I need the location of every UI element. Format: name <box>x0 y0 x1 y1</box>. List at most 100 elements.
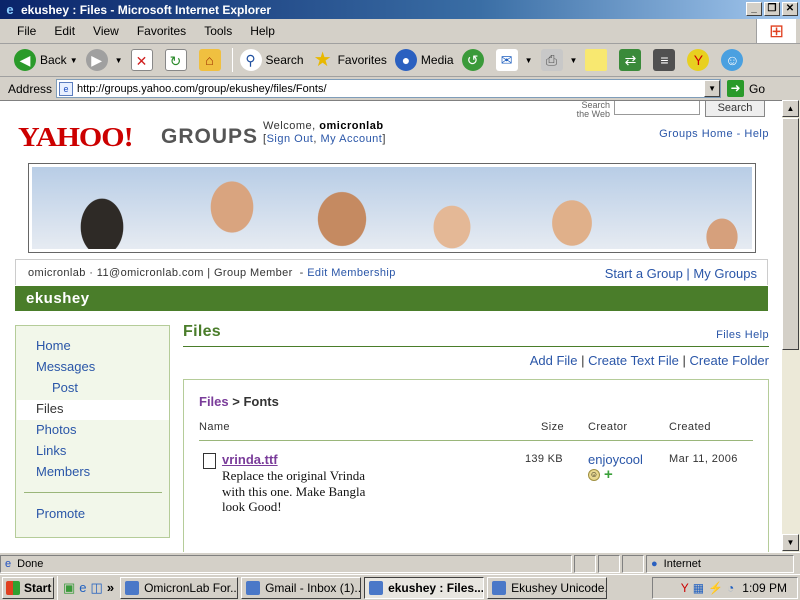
menu-edit[interactable]: Edit <box>45 24 84 38</box>
quick-launch-icon[interactable]: ▣ <box>63 580 75 596</box>
page-icon: e <box>59 81 74 96</box>
file-actions: Add File | Create Text File | Create Fol… <box>529 353 769 368</box>
forward-button[interactable]: ▶ ▼ <box>82 46 127 74</box>
tools-icon: ≡ <box>653 49 676 71</box>
history-icon: ↺ <box>461 49 484 71</box>
home-button[interactable]: ⌂ <box>195 46 229 74</box>
volume-tray-icon[interactable]: ◔ <box>727 581 734 595</box>
address-dropdown-icon[interactable]: ▼ <box>704 80 721 97</box>
file-size: 139 KB <box>525 453 563 465</box>
media-button[interactable]: ● Media <box>391 46 458 74</box>
yahoo-tray-icon[interactable]: Y <box>681 581 689 595</box>
start-group-link[interactable]: Start a Group <box>605 266 683 281</box>
task-icon <box>492 580 507 595</box>
task-icon <box>125 580 140 595</box>
column-creator: Creator <box>588 421 628 433</box>
groups-logo[interactable]: GROUPS <box>161 125 258 149</box>
add-file-link[interactable]: Add File <box>530 353 578 368</box>
menu-help[interactable]: Help <box>241 24 284 38</box>
create-text-file-link[interactable]: Create Text File <box>588 353 679 368</box>
history-button[interactable]: ↺ <box>458 46 492 74</box>
side-nav-files[interactable]: Files <box>36 401 63 416</box>
file-name-link[interactable]: vrinda.ttf <box>222 452 278 467</box>
menu-file[interactable]: File <box>8 24 45 38</box>
ie-quick-launch-icon[interactable]: e <box>79 580 86 596</box>
scroll-up-icon[interactable]: ▲ <box>782 100 799 117</box>
scroll-down-icon[interactable]: ▼ <box>782 534 799 551</box>
menu-favorites[interactable]: Favorites <box>128 24 195 38</box>
files-help-link[interactable]: Files Help <box>716 329 769 341</box>
star-icon: ★ <box>313 49 332 71</box>
print-button[interactable]: ⎙ ▼ <box>537 46 582 74</box>
file-description: Replace the original Vrinda with this on… <box>222 468 366 514</box>
files-heading-rule <box>183 346 769 347</box>
side-nav-links[interactable]: Links <box>36 443 66 458</box>
globe-icon: ● <box>394 49 417 71</box>
quick-launch: ▣ e ◫ » <box>63 580 114 596</box>
search-button[interactable]: ⚲ Search <box>236 46 308 74</box>
my-groups-link[interactable]: My Groups <box>693 266 757 281</box>
task-icon <box>246 580 261 595</box>
create-folder-link[interactable]: Create Folder <box>690 353 769 368</box>
side-nav-promote[interactable]: Promote <box>36 506 85 521</box>
table-header-rule <box>199 440 753 441</box>
messenger-button[interactable]: ⇄ <box>615 46 649 74</box>
menu-view[interactable]: View <box>84 24 128 38</box>
breadcrumb-current: Fonts <box>243 394 279 409</box>
start-button[interactable]: Start <box>2 576 54 599</box>
minimize-button[interactable]: _ <box>746 2 762 16</box>
status-cell <box>574 554 596 573</box>
side-nav-home[interactable]: Home <box>36 338 71 353</box>
yahoo-messenger-button[interactable]: Y <box>683 46 717 74</box>
refresh-button[interactable]: ↻ <box>161 46 195 74</box>
groups-home-link[interactable]: Groups Home <box>659 128 733 140</box>
tools-button[interactable]: ≡ <box>649 46 683 74</box>
side-nav-messages[interactable]: Messages <box>36 359 95 374</box>
search-web-label: Search the Web <box>576 100 610 119</box>
go-button[interactable]: ➜ Go <box>727 80 765 97</box>
side-nav-post[interactable]: Post <box>52 380 78 395</box>
file-creator-link[interactable]: enjoycool <box>588 452 643 467</box>
address-url[interactable]: http://groups.yahoo.com/group/ekushey/fi… <box>77 83 704 95</box>
side-nav-divider <box>24 492 162 493</box>
back-button[interactable]: ◀ Back ▼ <box>10 46 82 74</box>
stop-button[interactable]: ✕ <box>127 46 161 74</box>
breadcrumb-files-link[interactable]: Files <box>199 394 229 409</box>
chevron-icon[interactable]: » <box>107 580 114 596</box>
add-contact-icon[interactable]: + <box>604 467 613 482</box>
restore-button[interactable]: ❐ <box>764 2 780 16</box>
side-nav-photos[interactable]: Photos <box>36 422 76 437</box>
home-icon: ⌂ <box>198 49 221 71</box>
yahoo-logo[interactable]: YAHOO! <box>18 123 134 154</box>
vertical-scrollbar[interactable]: ▲ ▼ <box>782 100 800 552</box>
help-link[interactable]: Help <box>744 128 769 140</box>
notes-button[interactable] <box>581 46 615 74</box>
address-input[interactable]: e http://groups.yahoo.com/group/ekushey/… <box>56 79 722 98</box>
edit-membership-link[interactable]: Edit Membership <box>307 267 396 279</box>
smiley-icon[interactable]: ☺ <box>588 469 600 481</box>
favorites-button[interactable]: ★ Favorites <box>308 46 391 74</box>
task-ekushey-unicode[interactable]: Ekushey Unicode... <box>487 576 608 599</box>
task-omicronlab[interactable]: OmicronLab For... <box>120 576 239 599</box>
search-web-button[interactable]: Search <box>705 101 765 117</box>
status-text-cell: e Done <box>0 554 572 573</box>
quick-launch-icon[interactable]: ◫ <box>91 580 103 596</box>
mail-button[interactable]: ✉ ▼ <box>492 46 537 74</box>
msn-button[interactable]: ☺ <box>717 46 751 74</box>
internet-zone-icon: ● <box>651 557 658 570</box>
menu-tools[interactable]: Tools <box>195 24 241 38</box>
sign-out-link[interactable]: Sign Out <box>267 133 314 145</box>
search-web-input[interactable] <box>614 101 700 115</box>
network-tray-icon[interactable]: ▦ <box>693 581 704 595</box>
task-icon <box>369 580 384 595</box>
file-icon <box>203 453 216 469</box>
task-ekushey-files[interactable]: ekushey : Files... <box>364 576 485 599</box>
side-nav-members[interactable]: Members <box>36 464 90 479</box>
task-gmail[interactable]: Gmail - Inbox (1)... <box>241 576 362 599</box>
tray-icon[interactable]: ⚡ <box>708 581 723 595</box>
address-bar: Address e http://groups.yahoo.com/group/… <box>0 77 800 100</box>
scroll-thumb[interactable] <box>782 118 799 350</box>
close-button[interactable]: ✕ <box>782 2 798 16</box>
my-account-link[interactable]: My Account <box>321 133 383 145</box>
zone-text: Internet <box>663 557 701 570</box>
